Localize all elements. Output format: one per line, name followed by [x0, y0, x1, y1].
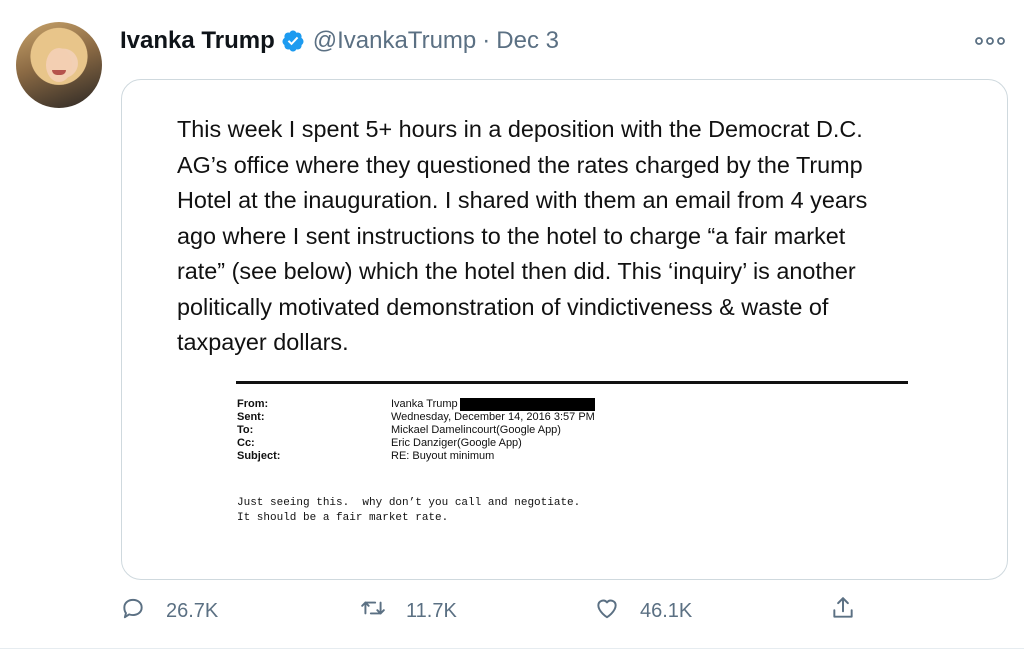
statement-line: taxpayer dollars.: [177, 329, 349, 355]
email-sent-value: Wednesday, December 14, 2016 3:57 PM: [391, 411, 595, 423]
verified-badge-icon: [281, 29, 305, 53]
email-body: Just seeing this. why don’t you call and…: [237, 496, 580, 526]
tweet-header: Ivanka Trump @IvankaTrump · Dec 3: [120, 26, 559, 56]
retweet-icon: [360, 595, 406, 627]
tweet-divider: [0, 648, 1024, 649]
email-to-label: To:: [237, 424, 254, 436]
like-button[interactable]: 46.1K: [594, 595, 692, 627]
reply-count: 26.7K: [166, 599, 219, 622]
email-subject-value: RE: Buyout minimum: [391, 450, 495, 462]
email-sent-row: Sent: Wednesday, December 14, 2016 3:57 …: [237, 411, 595, 424]
separator-dot: ·: [482, 27, 491, 54]
retweet-count: 11.7K: [406, 599, 457, 622]
reply-button[interactable]: 26.7K: [120, 595, 218, 627]
divider: [236, 381, 908, 384]
redaction-bar: [459, 398, 595, 411]
retweet-button[interactable]: 11.7K: [360, 595, 457, 627]
email-to-value: Mickael Damelincourt(Google App): [391, 424, 561, 436]
reply-icon: [120, 595, 166, 627]
email-header: From: Ivanka Trump Sent: Wednesday, Dece…: [237, 398, 595, 463]
more-horizontal-icon[interactable]: [975, 30, 1005, 53]
tweet-date[interactable]: Dec 3: [496, 27, 559, 55]
heart-icon: [594, 595, 640, 627]
statement-line: ago where I sent instructions to the hot…: [177, 222, 846, 249]
email-from-label: From:: [237, 398, 269, 410]
email-cc-label: Cc:: [237, 437, 255, 449]
email-cc-row: Cc: Eric Danziger(Google App): [237, 437, 595, 450]
email-to-row: To: Mickael Damelincourt(Google App): [237, 424, 595, 437]
tweet[interactable]: Ivanka Trump @IvankaTrump · Dec 3 This w…: [0, 0, 1024, 651]
email-from-row: From: Ivanka Trump: [237, 398, 595, 411]
share-icon: [830, 595, 856, 627]
statement-line: This week I spent 5+ hours in a depositi…: [177, 116, 863, 142]
statement-line: rate” (see below) which the hotel then d…: [177, 258, 856, 284]
email-body-line: Just seeing this. why don’t you call and…: [237, 497, 581, 509]
author-handle[interactable]: @IvankaTrump: [313, 27, 477, 55]
tweet-actions: 26.7K 11.7K 46.1K: [0, 595, 1024, 631]
email-sent-label: Sent:: [237, 411, 265, 423]
avatar-face: [46, 48, 72, 82]
statement-line: Hotel at the inauguration. I shared with…: [177, 187, 868, 213]
email-cc-value: Eric Danziger(Google App): [391, 437, 522, 449]
statement-line: AG’s office where they questioned the ra…: [177, 151, 863, 178]
author-name[interactable]: Ivanka Trump: [120, 27, 275, 55]
email-subject-row: Subject: RE: Buyout minimum: [237, 450, 595, 463]
email-from-value: Ivanka Trump: [391, 398, 458, 410]
statement-line: politically motivated demonstration of v…: [177, 293, 829, 320]
statement-text: This week I spent 5+ hours in a depositi…: [177, 112, 977, 361]
email-body-line: It should be a fair market rate.: [237, 512, 449, 524]
tweet-media-image[interactable]: This week I spent 5+ hours in a depositi…: [121, 79, 1008, 580]
like-count: 46.1K: [640, 599, 693, 622]
email-subject-label: Subject:: [237, 450, 281, 462]
share-button[interactable]: [830, 595, 856, 627]
avatar[interactable]: [16, 22, 102, 108]
